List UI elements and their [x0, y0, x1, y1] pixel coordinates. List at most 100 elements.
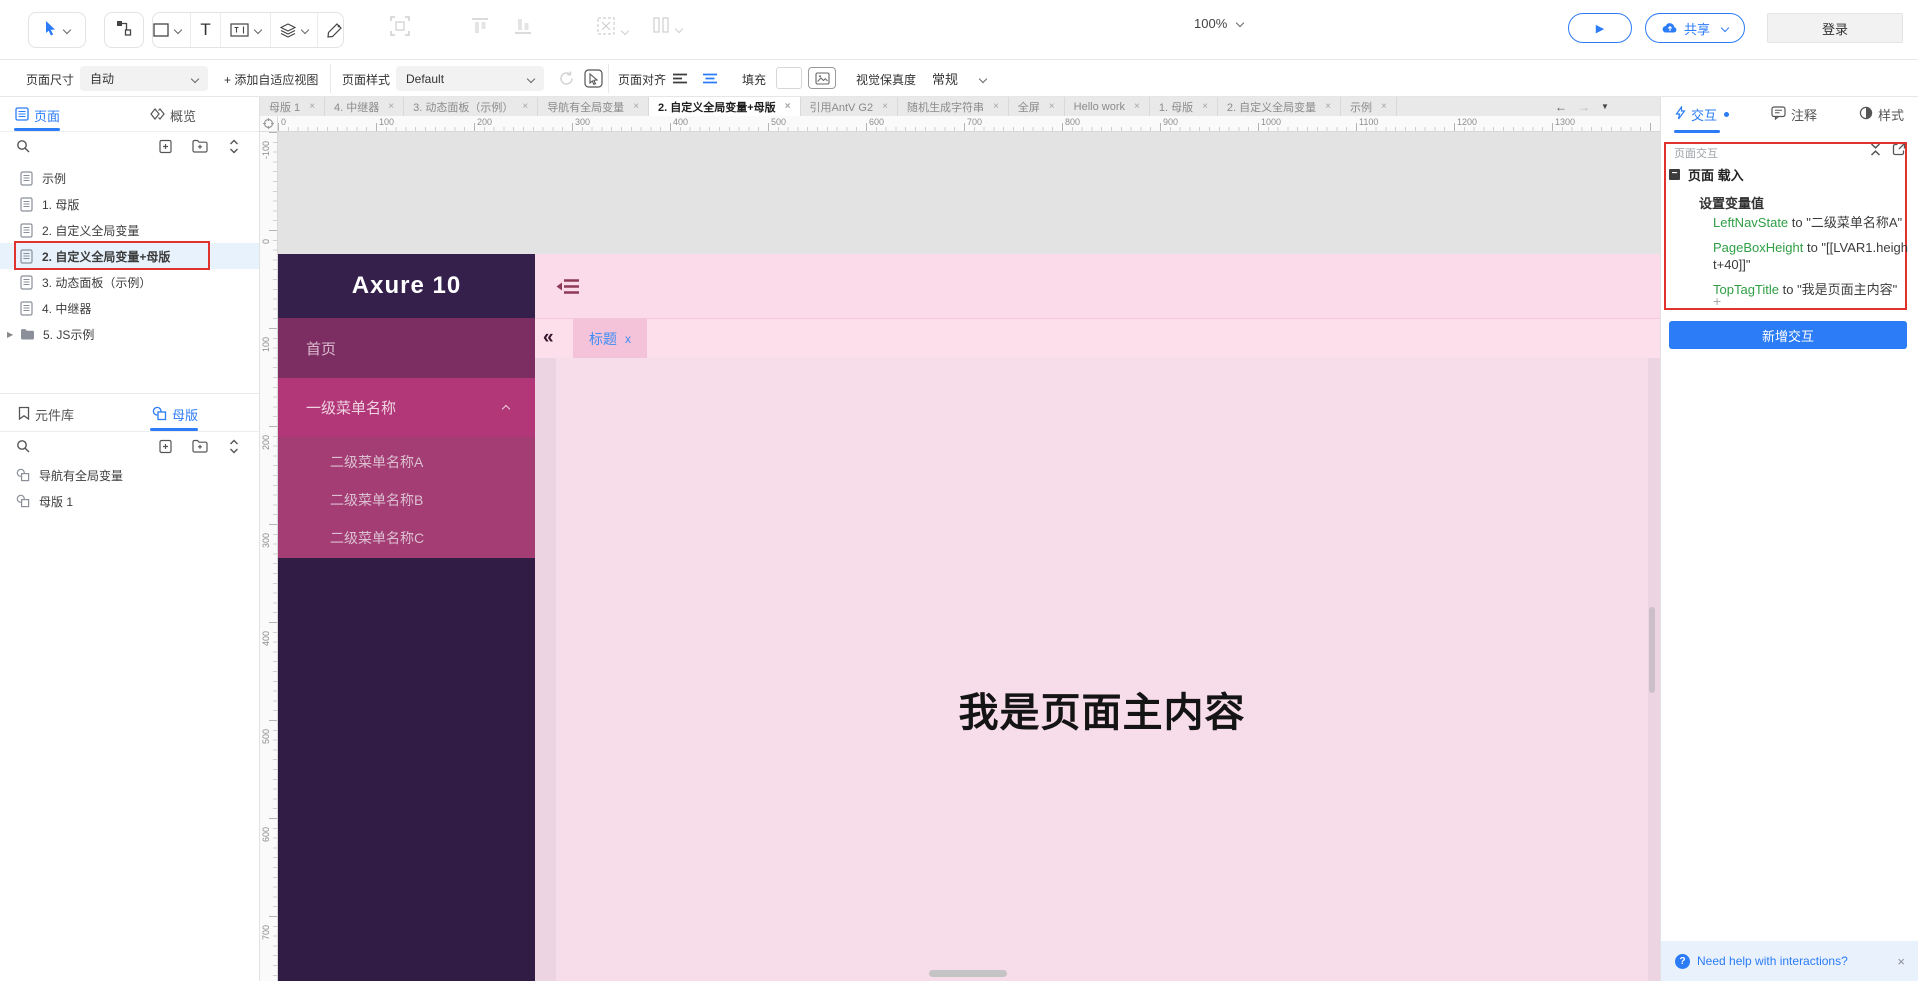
menu-item-home[interactable]: 首页 — [278, 318, 535, 378]
distribute-icon[interactable] — [513, 16, 533, 41]
add-folder-icon[interactable] — [192, 439, 208, 456]
pen-tool-button[interactable] — [318, 13, 352, 47]
menu-fold-icon[interactable] — [555, 277, 582, 301]
page-size-select[interactable]: 自动 — [80, 66, 208, 91]
add-page-icon[interactable] — [158, 439, 173, 457]
page-tab[interactable]: 示例× — [1341, 97, 1397, 116]
canvas-area[interactable]: Axure 10 首页 一级菜单名称 二级菜单名称A二级菜单名称B二级菜单名称C… — [278, 132, 1660, 981]
collapse-all-icon[interactable] — [1869, 142, 1882, 162]
page-tab[interactable]: 导航有全局变量× — [538, 97, 649, 116]
tab-style[interactable]: 样式 — [1859, 105, 1904, 124]
page-tab[interactable]: 母版 1× — [260, 97, 325, 116]
tab-list-icon[interactable]: ▼ — [1601, 102, 1609, 111]
collapse-event-icon[interactable]: − — [1669, 169, 1680, 180]
rectangle-tool-button[interactable] — [144, 13, 191, 47]
canvas-horizontal-scrollbar[interactable] — [929, 970, 1007, 977]
tab-close-icon[interactable]: × — [633, 101, 639, 112]
submenu-item[interactable]: 二级菜单名称C — [278, 519, 535, 557]
sort-icon[interactable] — [228, 439, 240, 457]
sidebar-page-item[interactable]: 3. 动态面板（示例） — [0, 269, 259, 295]
tab-pages[interactable]: 页面 — [15, 106, 60, 125]
prototype-page[interactable]: Axure 10 首页 一级菜单名称 二级菜单名称A二级菜单名称B二级菜单名称C… — [278, 254, 1660, 981]
collapse-tags-icon[interactable]: « — [543, 327, 554, 349]
columns-icon[interactable] — [652, 16, 682, 39]
align-top-icon[interactable] — [470, 16, 490, 41]
fill-color-swatch[interactable] — [776, 67, 802, 89]
tab-close-icon[interactable]: × — [309, 101, 315, 112]
page-tab[interactable]: 4. 中继器× — [325, 97, 404, 116]
add-page-icon[interactable] — [158, 139, 173, 157]
tab-forward-icon[interactable]: → — [1578, 100, 1590, 114]
event-row[interactable]: − 页面 载入 — [1669, 165, 1744, 184]
sidebar-page-item[interactable]: 2. 自定义全局变量 — [0, 217, 259, 243]
share-button[interactable]: 共享 — [1645, 13, 1745, 43]
tab-interactions[interactable]: 交互 — [1675, 105, 1729, 124]
pointer-mode-icon[interactable] — [584, 69, 603, 91]
tab-libraries[interactable]: 元件库 — [18, 405, 74, 424]
variable-assignment[interactable]: TopTagTitle to "我是页面主内容" — [1713, 282, 1911, 298]
page-tab[interactable]: Hello work× — [1065, 97, 1150, 116]
page-tab[interactable]: 2. 自定义全局变量× — [1218, 97, 1341, 116]
align-left-icon[interactable] — [672, 72, 688, 88]
tab-masters[interactable]: 母版 — [152, 405, 198, 424]
help-link[interactable]: Need help with interactions? — [1697, 954, 1848, 968]
fidelity-select[interactable]: 常规 — [922, 66, 996, 91]
text-field-tool-button[interactable] — [221, 13, 271, 47]
tag-tab[interactable]: 标题 x — [573, 319, 647, 359]
sidebar-page-item[interactable]: 2. 自定义全局变量+母版 — [0, 243, 259, 269]
fill-image-button[interactable] — [808, 67, 836, 89]
ruler-origin-button[interactable] — [260, 116, 278, 132]
tab-close-icon[interactable]: × — [1134, 101, 1140, 112]
zoom-select[interactable]: 100% — [1194, 16, 1243, 31]
tab-close-icon[interactable]: × — [1049, 101, 1055, 112]
page-style-select[interactable]: Default — [396, 66, 544, 91]
prototype-vertical-scrollbar[interactable] — [1649, 607, 1655, 693]
tab-close-icon[interactable]: × — [1202, 101, 1208, 112]
tab-close-icon[interactable]: × — [993, 101, 999, 112]
menu-item-level1[interactable]: 一级菜单名称 — [278, 378, 535, 437]
close-icon[interactable]: × — [1897, 954, 1905, 969]
shapes-library-button[interactable] — [271, 13, 318, 47]
submenu-item[interactable]: 二级菜单名称A — [278, 443, 535, 481]
new-interaction-button[interactable]: 新增交互 — [1669, 321, 1907, 349]
search-icon[interactable] — [16, 439, 30, 456]
tab-back-icon[interactable]: ← — [1555, 100, 1567, 114]
tab-close-icon[interactable]: × — [1381, 101, 1387, 112]
connector-tool-button[interactable] — [104, 12, 144, 48]
login-button[interactable]: 登录 — [1767, 13, 1903, 43]
preview-play-button[interactable]: ▶ — [1568, 13, 1632, 43]
sidebar-page-item[interactable]: 1. 母版 — [0, 191, 259, 217]
expander-icon[interactable]: ▶ — [7, 330, 13, 339]
select-tool-button[interactable] — [28, 12, 86, 48]
tab-close-icon[interactable]: × — [882, 101, 888, 112]
add-action-icon[interactable]: + — [1713, 293, 1721, 309]
page-tab[interactable]: 2. 自定义全局变量+母版× — [649, 97, 801, 116]
open-external-icon[interactable] — [1892, 142, 1906, 162]
sidebar-page-item[interactable]: ▶5. JS示例 — [0, 321, 259, 347]
sidebar-page-item[interactable]: 示例 — [0, 165, 259, 191]
reset-style-icon[interactable] — [558, 70, 575, 90]
page-tab[interactable]: 随机生成字符串× — [898, 97, 1009, 116]
prototype-left-nav[interactable]: Axure 10 首页 一级菜单名称 二级菜单名称A二级菜单名称B二级菜单名称C — [278, 254, 535, 981]
tab-overview[interactable]: 概览 — [150, 106, 196, 125]
add-adaptive-view-button[interactable]: + 添加自适应视图 — [224, 71, 318, 88]
tab-close-icon[interactable]: × — [1325, 101, 1331, 112]
search-icon[interactable] — [16, 139, 30, 156]
master-item[interactable]: 母版 1 — [0, 488, 259, 514]
group-tool-icon[interactable] — [390, 16, 410, 41]
tab-notes[interactable]: 注释 — [1771, 105, 1817, 124]
tab-close-icon[interactable]: × — [785, 101, 791, 112]
tab-close-icon[interactable]: × — [522, 101, 528, 112]
add-folder-icon[interactable] — [192, 139, 208, 156]
tag-close-icon[interactable]: x — [625, 332, 631, 346]
page-tab[interactable]: 全屏× — [1009, 97, 1065, 116]
page-tab[interactable]: 1. 母版× — [1150, 97, 1218, 116]
variable-assignment[interactable]: LeftNavState to "二级菜单名称A" — [1713, 215, 1911, 231]
sidebar-page-item[interactable]: 4. 中继器 — [0, 295, 259, 321]
page-tab[interactable]: 3. 动态面板（示例）× — [404, 97, 538, 116]
align-center-icon[interactable] — [702, 72, 718, 88]
variable-assignment[interactable]: PageBoxHeight to "[[LVAR1.height+40]]" — [1713, 240, 1911, 273]
sort-icon[interactable] — [228, 139, 240, 157]
submenu-item[interactable]: 二级菜单名称B — [278, 481, 535, 519]
master-item[interactable]: 导航有全局变量 — [0, 462, 259, 488]
